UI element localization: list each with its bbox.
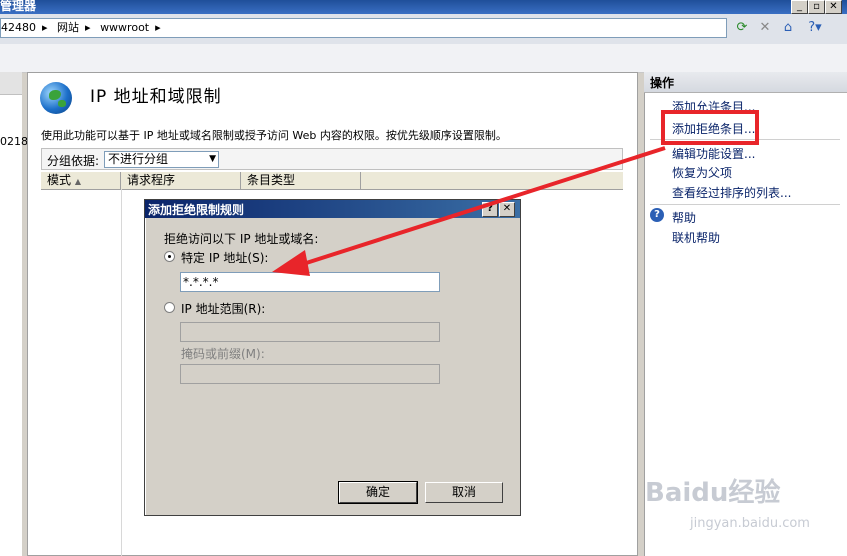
refresh-icon[interactable]: ⟳ xyxy=(733,19,751,37)
dialog-close-button[interactable]: ✕ xyxy=(499,202,515,217)
tree-node-partial[interactable]: 0218 xyxy=(0,135,28,148)
dialog-help-button[interactable]: ? xyxy=(482,202,498,217)
toolbar-band xyxy=(0,44,847,73)
baidu-watermark-logo: Baidu经验 xyxy=(645,478,781,508)
minimize-button[interactable]: _ xyxy=(791,0,808,14)
window-title-bar: 管理器 _ ▫ ✕ xyxy=(0,0,847,14)
address-breadcrumb[interactable]: 42480 ▸ 网站 ▸ wwwroot ▸ xyxy=(0,18,727,38)
page-description: 使用此功能可以基于 IP 地址或域名限制或授予访问 Web 内容的权限。按优先级… xyxy=(41,129,507,142)
column-entry-type[interactable]: 条目类型 xyxy=(241,172,361,189)
chevron-down-icon: ▼ xyxy=(209,154,216,164)
connections-header xyxy=(0,72,22,95)
baidu-watermark-url: jingyan.baidu.com xyxy=(690,516,810,531)
ip-range-radio[interactable] xyxy=(164,302,175,313)
ip-range-input[interactable] xyxy=(180,322,440,342)
group-by-label: 分组依据: xyxy=(47,154,100,168)
actions-header: 操作 xyxy=(644,72,847,93)
action-revert-parent[interactable]: 恢复为父项 xyxy=(672,164,732,181)
chevron-right-icon: ▸ xyxy=(42,21,48,34)
ip-range-label: IP 地址范围(R): xyxy=(181,302,266,316)
group-by-select[interactable]: 不进行分组 ▼ xyxy=(104,151,219,168)
home-icon[interactable]: ⌂ xyxy=(779,19,797,37)
close-button[interactable]: ✕ xyxy=(825,0,842,14)
action-edit-settings[interactable]: 编辑功能设置... xyxy=(672,145,755,162)
dialog-title: 添加拒绝限制规则 xyxy=(148,203,245,217)
specific-ip-input[interactable]: *.*.*.* xyxy=(180,272,440,292)
column-mode[interactable]: 模式 ▲ xyxy=(41,172,121,189)
breadcrumb-server[interactable]: 42480 xyxy=(1,21,36,34)
window-title: 管理器 xyxy=(0,0,37,13)
dialog-prompt: 拒绝访问以下 IP 地址或域名: xyxy=(164,232,319,246)
ok-button[interactable]: 确定 xyxy=(338,481,418,504)
mask-input[interactable] xyxy=(180,364,440,384)
stop-icon[interactable]: ✕ xyxy=(756,19,774,37)
help-icon: ? xyxy=(650,208,664,222)
page-title: IP 地址和域限制 xyxy=(90,87,222,107)
specific-ip-label: 特定 IP 地址(S): xyxy=(181,251,269,265)
cancel-button[interactable]: 取消 xyxy=(425,482,503,503)
dialog-title-bar: 添加拒绝限制规则 xyxy=(145,200,520,218)
specific-ip-radio[interactable] xyxy=(164,251,175,262)
address-bar: 42480 ▸ 网站 ▸ wwwroot ▸ ⟳ ✕ ⌂ ?▾ xyxy=(0,14,847,44)
column-header: 模式 ▲ 请求程序 条目类型 xyxy=(41,172,623,190)
column-divider xyxy=(121,189,122,556)
highlight-box xyxy=(661,110,759,145)
divider xyxy=(650,204,840,205)
chevron-right-icon: ▸ xyxy=(155,21,161,34)
action-help[interactable]: 帮助 xyxy=(672,209,696,226)
group-by-value: 不进行分组 xyxy=(108,152,169,166)
globe-icon xyxy=(40,82,72,114)
breadcrumb-sites[interactable]: 网站 xyxy=(57,21,79,34)
chevron-right-icon: ▸ xyxy=(85,21,91,34)
column-requester[interactable]: 请求程序 xyxy=(121,172,241,189)
action-online-help[interactable]: 联机帮助 xyxy=(672,229,720,246)
sort-up-icon: ▲ xyxy=(74,177,81,186)
maximize-button[interactable]: ▫ xyxy=(808,0,825,14)
action-view-ordered[interactable]: 查看经过排序的列表... xyxy=(672,184,791,201)
mask-label: 掩码或前缀(M): xyxy=(181,347,265,361)
breadcrumb-wwwroot[interactable]: wwwroot xyxy=(100,21,149,34)
help-menu-icon[interactable]: ?▾ xyxy=(806,19,824,37)
actions-title: 操作 xyxy=(650,76,675,90)
